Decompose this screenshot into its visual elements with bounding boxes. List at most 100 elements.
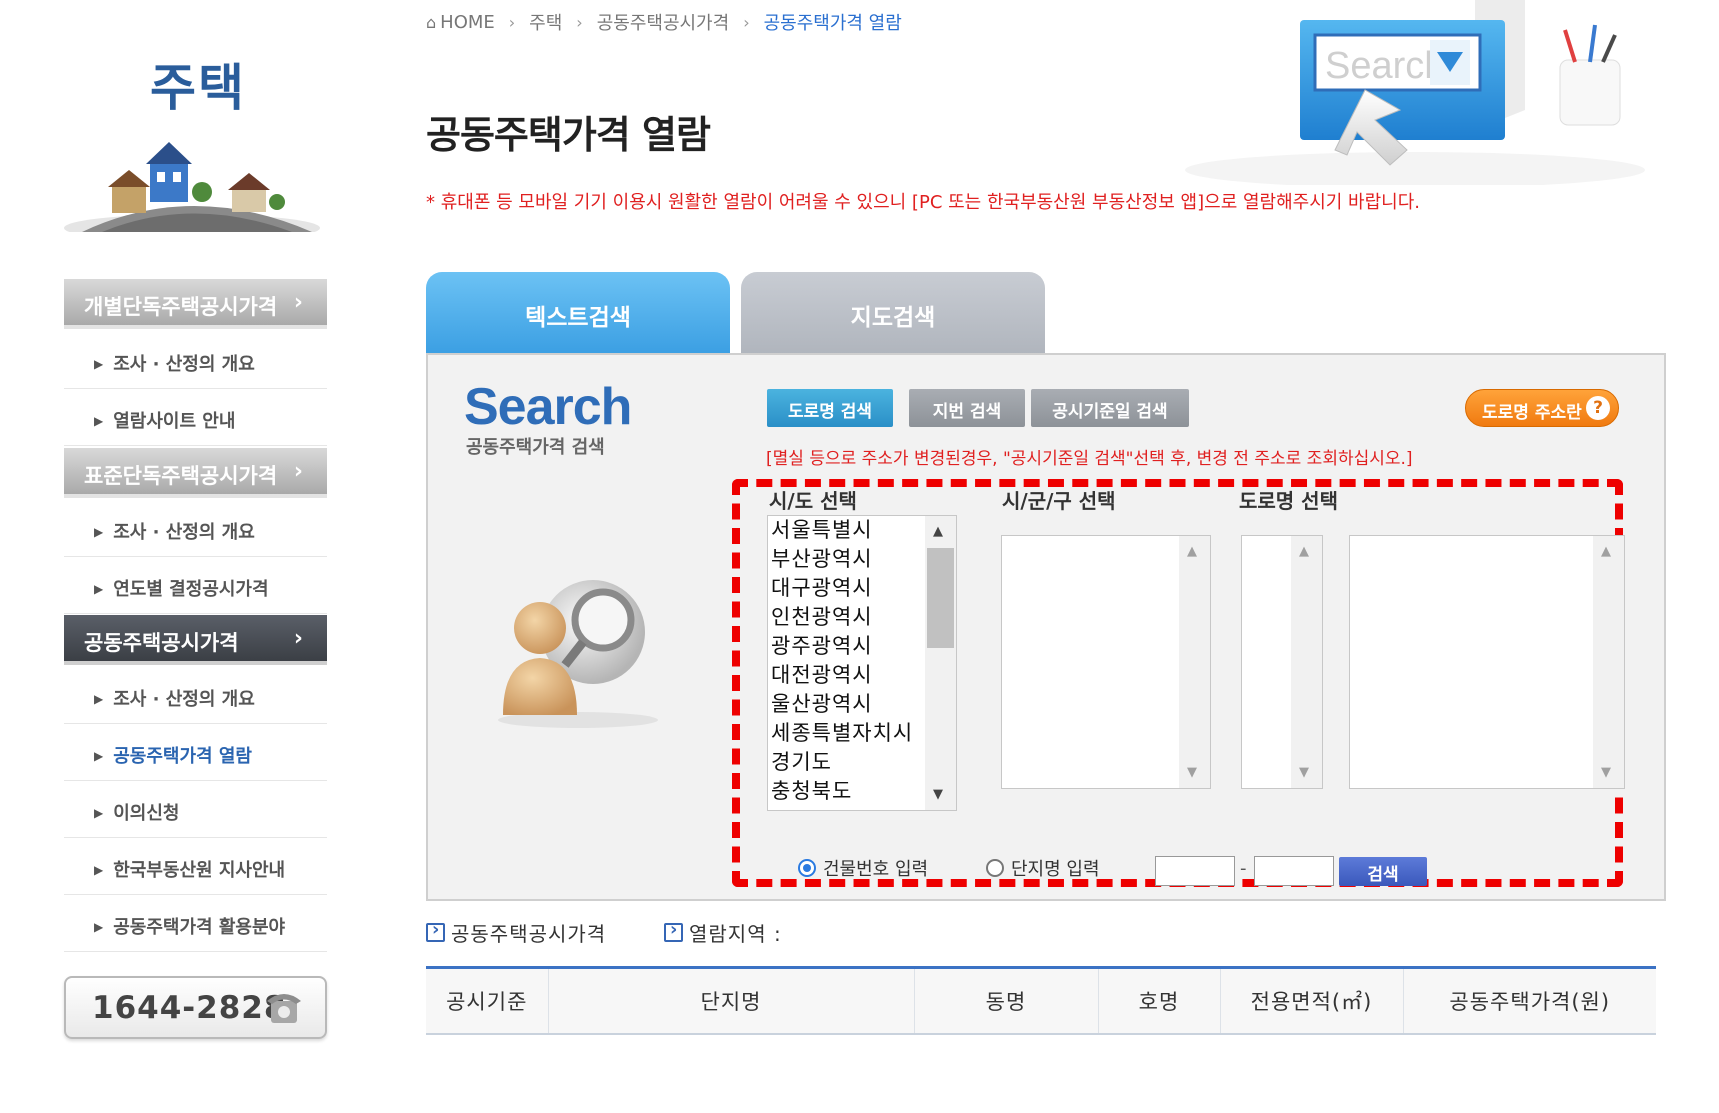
arrow-icon: ▶ <box>94 692 104 706</box>
road-address-info-button[interactable]: 도로명 주소란 ? <box>1465 389 1619 427</box>
arrow-icon: ▶ <box>94 749 104 763</box>
page-title: 공동주택가격 열람 <box>426 113 711 157</box>
sidebar-item-label: 조사 · 산정의 개요 <box>113 522 255 543</box>
chevron-right-icon: › <box>508 12 516 32</box>
header-building: 동명 <box>913 967 1098 1034</box>
arrow-icon: ▶ <box>94 806 104 820</box>
svg-text:Search: Search <box>1325 45 1445 87</box>
info-region-label: 열람지역 : <box>689 922 782 946</box>
scroll-down-icon[interactable]: ▼ <box>1299 765 1309 780</box>
reference-date-search-button[interactable]: 공시기준일 검색 <box>1031 389 1189 427</box>
search-screen-illustration: Search <box>1185 0 1645 185</box>
sidebar-category-apartment[interactable]: 공동주택공시가격 › <box>64 615 327 665</box>
address-change-warning: [멸실 등으로 주소가 변경된경우, "공시기준일 검색"선택 후, 변경 전 … <box>766 449 1413 469</box>
arrow-icon: ▶ <box>94 525 104 539</box>
sidebar-item-label: 조사 · 산정의 개요 <box>113 354 255 375</box>
sidebar-item-label: 연도별 결정공시가격 <box>113 579 269 600</box>
sidebar-item-objection[interactable]: ▶ 이의신청 <box>64 782 327 838</box>
sidebar-item-label: 한국부동산원 지사안내 <box>113 860 286 881</box>
chevron-right-icon: › <box>293 459 303 484</box>
tab-map-search[interactable]: 지도검색 <box>741 272 1045 354</box>
sigungu-scrollbar[interactable]: ▲ ▼ <box>1179 536 1210 788</box>
header-complex-name: 단지명 <box>547 967 914 1034</box>
header-unit: 호명 <box>1097 967 1220 1034</box>
road-address-info-label: 도로명 주소란 <box>1482 403 1582 423</box>
sido-listbox[interactable]: 서울특별시 부산광역시 대구광역시 인천광역시 광주광역시 대전광역시 울산광역… <box>767 515 957 811</box>
road-name-search-button[interactable]: 도로명 검색 <box>767 389 893 427</box>
breadcrumb-home[interactable]: HOME <box>440 12 495 33</box>
radio-selected-icon[interactable] <box>798 859 816 877</box>
mobile-notice: * 휴대폰 등 모바일 기기 이용시 원활한 열람이 어려울 수 있으니 [PC… <box>426 192 1421 213</box>
search-panel: Search 공동주택가격 검색 도로명 검색 지번 검색 공시기준일 검색 도… <box>426 353 1666 901</box>
search-logo: Search <box>464 378 632 436</box>
sidebar-category-individual[interactable]: 개별단독주택공시가격 › <box>64 279 327 329</box>
sido-scrollbar[interactable]: ▲ ▼ <box>925 516 956 810</box>
sidebar-item-apartment-price-view[interactable]: ▶ 공동주택가격 열람 <box>64 725 327 781</box>
sigungu-listbox[interactable]: ▲ ▼ <box>1001 535 1211 789</box>
arrow-icon: ▶ <box>94 357 104 371</box>
info-price-label: 공동주택공시가격 <box>451 922 607 946</box>
header-area: 전용면적(㎡) <box>1219 967 1403 1034</box>
chevron-right-icon: › <box>576 12 583 32</box>
chevron-right-icon: › <box>293 626 303 651</box>
sidebar-category-label: 표준단독주택공시가격 <box>84 464 278 488</box>
result-table: 공시기준 단지명 동명 호명 전용면적(㎡) 공동주택가격(원) <box>426 966 1656 1035</box>
search-button[interactable]: 검색 <box>1339 857 1427 886</box>
scroll-thumb[interactable] <box>927 548 954 648</box>
scroll-down-icon[interactable]: ▼ <box>933 787 943 802</box>
phone-contact-box: 1644-2828 <box>64 976 327 1039</box>
sidebar-item-individual-overview[interactable]: ▶ 조사 · 산정의 개요 <box>64 333 327 389</box>
arrow-box-icon <box>664 919 683 942</box>
info-price-label-row: 공동주택공시가격 <box>426 918 606 947</box>
sidebar-item-branch-guide[interactable]: ▶ 한국부동산원 지사안내 <box>64 839 327 895</box>
telephone-icon <box>267 994 301 1023</box>
sidebar-title: 주택 <box>150 59 246 117</box>
sidebar-item-price-usage[interactable]: ▶ 공동주택가격 활용분야 <box>64 896 327 952</box>
scroll-up-icon[interactable]: ▲ <box>1187 544 1197 559</box>
sidebar-category-label: 개별단독주택공시가격 <box>84 295 278 319</box>
info-region-label-row: 열람지역 : <box>664 918 782 947</box>
scroll-down-icon[interactable]: ▼ <box>1601 765 1611 780</box>
help-icon: ? <box>1586 396 1610 420</box>
sidebar-item-label: 공동주택가격 열람 <box>113 746 252 767</box>
scroll-up-icon[interactable]: ▲ <box>1601 544 1611 559</box>
sidebar-item-site-guide[interactable]: ▶ 열람사이트 안내 <box>64 390 327 446</box>
table-header-row: 공시기준 단지명 동명 호명 전용면적(㎡) 공동주택가격(원) <box>426 967 1656 1034</box>
header-price: 공동주택가격(원) <box>1402 967 1656 1034</box>
road-initial-listbox[interactable]: ▲ ▼ <box>1241 535 1323 789</box>
sidebar-item-yearly-prices[interactable]: ▶ 연도별 결정공시가격 <box>64 558 327 614</box>
building-number-sub-input[interactable] <box>1254 856 1334 886</box>
complex-name-radio[interactable]: 단지명 입력 <box>986 855 1100 881</box>
chevron-right-icon: › <box>293 290 303 315</box>
breadcrumb-housing[interactable]: 주택 <box>529 9 562 35</box>
sidebar-category-standard[interactable]: 표준단독주택공시가격 › <box>64 448 327 498</box>
sidebar-item-apartment-overview[interactable]: ▶ 조사 · 산정의 개요 <box>64 668 327 724</box>
radio-unselected-icon[interactable] <box>986 859 1004 877</box>
road-initial-scrollbar[interactable]: ▲ ▼ <box>1291 536 1322 788</box>
input-separator: - <box>1240 858 1247 879</box>
header-reference: 공시기준 <box>426 967 548 1034</box>
breadcrumb-apartment-price[interactable]: 공동주택공시가격 <box>597 9 729 35</box>
building-number-main-input[interactable] <box>1155 856 1235 886</box>
road-name-label: 도로명 선택 <box>1239 489 1338 513</box>
sidebar-item-label: 조사 · 산정의 개요 <box>113 689 255 710</box>
sidebar-item-label: 이의신청 <box>113 803 180 824</box>
tab-text-search[interactable]: 텍스트검색 <box>426 272 730 354</box>
scroll-up-icon[interactable]: ▲ <box>1299 544 1309 559</box>
road-name-listbox[interactable]: ▲ ▼ <box>1349 535 1625 789</box>
arrow-icon: ▶ <box>94 863 104 877</box>
chevron-right-icon: › <box>743 12 750 32</box>
phone-number: 1644-2828 <box>92 990 287 1026</box>
building-number-radio-label: 건물번호 입력 <box>823 859 929 880</box>
lot-number-search-button[interactable]: 지번 검색 <box>909 389 1025 427</box>
scroll-up-icon[interactable]: ▲ <box>933 524 943 539</box>
houses-illustration <box>64 142 320 232</box>
home-icon[interactable]: ⌂ <box>426 13 436 32</box>
building-number-radio[interactable]: 건물번호 입력 <box>798 855 928 881</box>
road-name-scrollbar[interactable]: ▲ ▼ <box>1593 536 1624 788</box>
arrow-icon: ▶ <box>94 582 104 596</box>
scroll-down-icon[interactable]: ▼ <box>1187 765 1197 780</box>
arrow-box-icon <box>426 919 445 942</box>
person-magnifier-illustration <box>498 580 658 728</box>
sidebar-item-standard-overview[interactable]: ▶ 조사 · 산정의 개요 <box>64 501 327 557</box>
